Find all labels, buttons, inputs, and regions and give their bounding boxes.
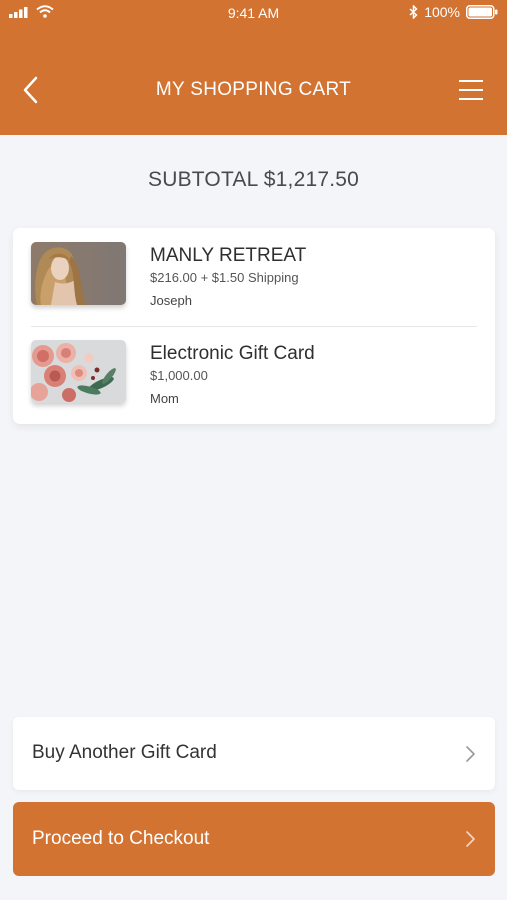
battery-icon — [466, 5, 498, 19]
item-name: Electronic Gift Card — [150, 343, 315, 364]
chevron-right-icon — [466, 746, 475, 762]
item-recipient: Mom — [150, 391, 179, 406]
subtotal-text: SUBTOTAL $1,217.50 — [148, 168, 359, 191]
cart-item[interactable]: MANLY RETREAT $216.00 + $1.50 Shipping J… — [13, 228, 495, 326]
cart-item[interactable]: Electronic Gift Card $1,000.00 Mom — [13, 326, 495, 424]
chevron-right-icon — [466, 831, 475, 847]
app-header: 9:41 AM 100% MY SHOPPING CART — [0, 0, 507, 135]
nav-bar: MY SHOPPING CART — [0, 55, 507, 125]
item-name: MANLY RETREAT — [150, 245, 307, 266]
item-recipient: Joseph — [150, 293, 192, 308]
checkout-label: Proceed to Checkout — [32, 828, 210, 849]
item-price: $216.00 + $1.50 Shipping — [150, 270, 299, 285]
menu-button[interactable] — [457, 77, 485, 103]
flowers-image — [31, 340, 126, 403]
woman-portrait-image — [31, 242, 126, 305]
battery-percent: 100% — [424, 4, 460, 20]
buy-another-gift-card-button[interactable]: Buy Another Gift Card — [13, 717, 495, 790]
status-right: 100% — [409, 4, 498, 20]
cart-items-card: MANLY RETREAT $216.00 + $1.50 Shipping J… — [13, 228, 495, 424]
buy-another-label: Buy Another Gift Card — [32, 742, 217, 763]
page-title: MY SHOPPING CART — [155, 79, 352, 100]
bluetooth-icon — [409, 5, 418, 19]
hamburger-menu-icon — [459, 80, 483, 100]
proceed-to-checkout-button[interactable]: Proceed to Checkout — [13, 802, 495, 876]
status-bar: 9:41 AM 100% — [0, 0, 507, 28]
item-price: $1,000.00 — [150, 368, 208, 383]
